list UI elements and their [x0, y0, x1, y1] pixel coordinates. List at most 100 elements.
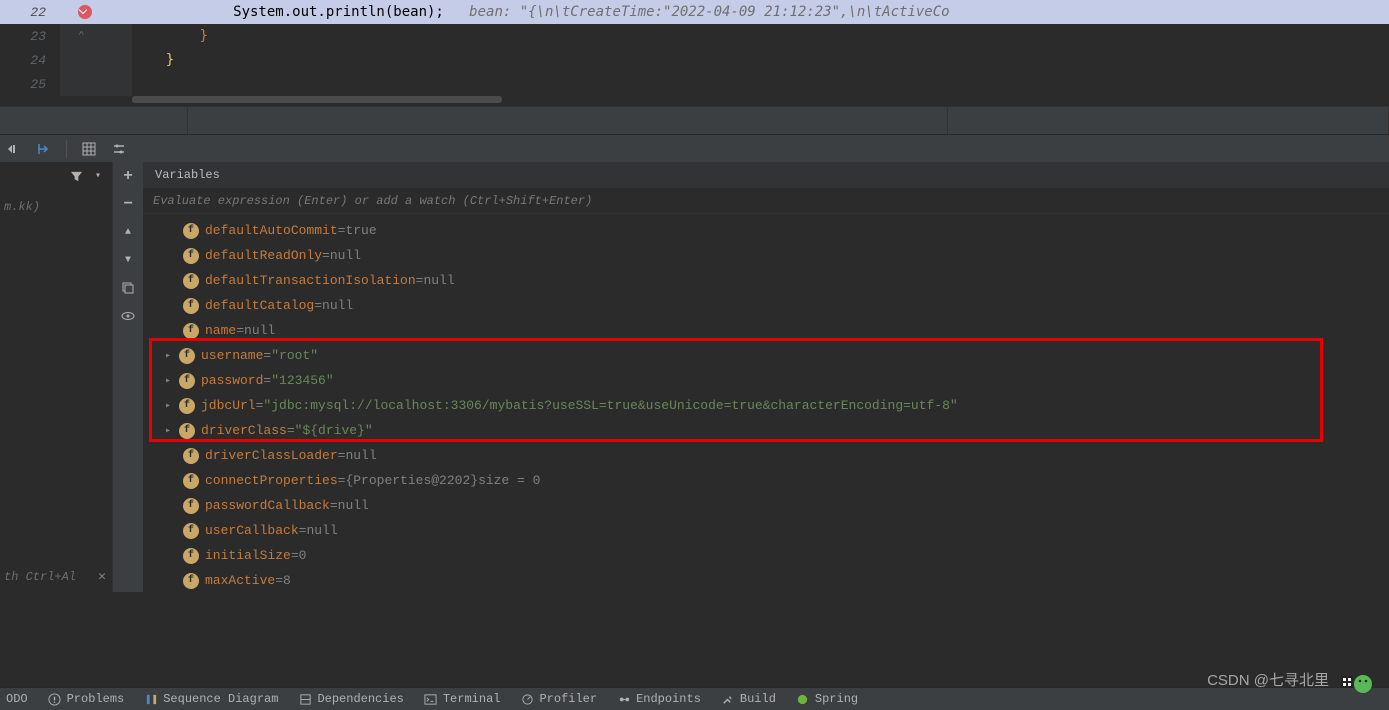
code-editor[interactable]: 22 System.out.println(bean); bean: "{\n\…	[0, 0, 1389, 106]
line-number: 22	[0, 5, 60, 20]
variable-value: "jdbc:mysql://localhost:3306/mybatis?use…	[263, 398, 957, 413]
scrollbar-thumb[interactable]	[132, 96, 502, 103]
close-icon[interactable]: ✕	[98, 569, 106, 584]
gutter[interactable]	[60, 48, 132, 72]
variable-value: null	[345, 448, 376, 463]
variable-name: passwordCallback	[205, 498, 330, 513]
field-badge-icon: f	[183, 298, 199, 314]
watermark-icon	[1339, 664, 1375, 700]
variable-extra: size = 0	[478, 473, 540, 488]
frame-label[interactable]: m.kk)	[0, 200, 112, 214]
variable-name: name	[205, 323, 236, 338]
field-badge-icon: f	[183, 273, 199, 289]
field-badge-icon: f	[183, 573, 199, 589]
step-icon[interactable]	[36, 141, 52, 157]
variable-row[interactable]: ▸fusername = "root"	[143, 343, 1389, 368]
horizontal-scrollbar[interactable]	[132, 96, 1389, 106]
equals-text: =	[338, 473, 346, 488]
spring-icon	[796, 692, 810, 706]
remove-icon[interactable]: −	[120, 196, 136, 212]
code-text[interactable]: }	[132, 52, 1389, 68]
tool-window-tab[interactable]: Terminal	[424, 692, 501, 706]
code-text[interactable]: System.out.println(bean); bean: "{\n\tCr…	[132, 4, 1389, 20]
evaluate-input[interactable]: Evaluate expression (Enter) or add a wat…	[143, 188, 1389, 214]
tool-window-label: Endpoints	[636, 692, 701, 706]
tool-window-tab[interactable]: Spring	[796, 692, 858, 706]
variable-row[interactable]: finitialSize = 0	[143, 543, 1389, 568]
problems-icon	[48, 692, 62, 706]
tool-window-tab[interactable]: Sequence Diagram	[144, 692, 278, 706]
variable-row[interactable]: fdriverClassLoader = null	[143, 443, 1389, 468]
variable-name: userCallback	[205, 523, 299, 538]
field-badge-icon: f	[183, 523, 199, 539]
variable-name: defaultAutoCommit	[205, 223, 338, 238]
tool-window-tab[interactable]: Build	[721, 692, 776, 706]
gutter[interactable]	[60, 0, 132, 24]
expand-icon[interactable]: ▸	[165, 375, 179, 387]
down-icon[interactable]: ▼	[120, 252, 136, 268]
tool-window-label: ODO	[6, 692, 28, 706]
gutter[interactable]: ⌃	[60, 24, 132, 48]
restart-frame-icon[interactable]	[6, 141, 22, 157]
variable-row[interactable]: fdefaultAutoCommit = true	[143, 218, 1389, 243]
variable-row[interactable]: ▸fdriverClass = "${drive}"	[143, 418, 1389, 443]
tool-window-tab[interactable]: Problems	[48, 692, 125, 706]
variables-list[interactable]: fdefaultAutoCommit = truefdefaultReadOnl…	[143, 214, 1389, 592]
field-badge-icon: f	[179, 423, 195, 439]
variable-row[interactable]: fpasswordCallback = null	[143, 493, 1389, 518]
tool-window-label: Sequence Diagram	[163, 692, 278, 706]
equals-text: =	[275, 573, 283, 588]
variable-row[interactable]: ▸fpassword = "123456"	[143, 368, 1389, 393]
filter-icon[interactable]	[68, 168, 84, 184]
equals-text: =	[338, 448, 346, 463]
equals-text: =	[291, 548, 299, 563]
equals-text: =	[236, 323, 244, 338]
tool-window-tab[interactable]: Profiler	[520, 692, 597, 706]
code-line[interactable]: 25	[0, 72, 1389, 96]
tool-window-tab[interactable]: Dependencies	[298, 692, 403, 706]
field-badge-icon: f	[183, 448, 199, 464]
code-text[interactable]: }	[132, 28, 1389, 44]
variable-name: defaultReadOnly	[205, 248, 322, 263]
variable-row[interactable]: fdefaultReadOnly = null	[143, 243, 1389, 268]
copy-icon[interactable]	[120, 280, 136, 296]
up-icon[interactable]: ▲	[120, 224, 136, 240]
variable-row[interactable]: ▸fjdbcUrl = "jdbc:mysql://localhost:3306…	[143, 393, 1389, 418]
variable-value: null	[330, 248, 361, 263]
watch-icon[interactable]	[120, 308, 136, 324]
breadcrumb-cell[interactable]	[948, 107, 1389, 134]
variable-row[interactable]: fmaxActive = 8	[143, 568, 1389, 592]
breadcrumb-cell[interactable]	[0, 107, 188, 134]
tool-window-label: Profiler	[539, 692, 597, 706]
seq-icon	[144, 692, 158, 706]
code-line[interactable]: 23 ⌃ }	[0, 24, 1389, 48]
expand-icon[interactable]: ▸	[165, 350, 179, 362]
equals-text: =	[314, 298, 322, 313]
add-icon[interactable]: +	[120, 168, 136, 184]
variable-row[interactable]: fname = null	[143, 318, 1389, 343]
tool-window-bar: ODO Problems Sequence Diagram Dependencies T…	[0, 687, 1389, 710]
tool-window-label: Dependencies	[317, 692, 403, 706]
variable-row[interactable]: fconnectProperties = {Properties@2202} s…	[143, 468, 1389, 493]
variable-name: initialSize	[205, 548, 291, 563]
fold-icon[interactable]: ⌃	[78, 29, 85, 43]
gutter[interactable]	[60, 72, 132, 96]
frames-panel[interactable]: ▾ m.kk) th Ctrl+Al ✕	[0, 162, 113, 592]
settings-icon[interactable]	[111, 141, 127, 157]
expand-icon[interactable]: ▸	[165, 400, 179, 412]
variable-row[interactable]: fuserCallback = null	[143, 518, 1389, 543]
tool-window-label: Build	[740, 692, 776, 706]
breadcrumb-cell[interactable]	[188, 107, 948, 134]
variable-row[interactable]: fdefaultCatalog = null	[143, 293, 1389, 318]
tool-window-tab[interactable]: ODO	[6, 692, 28, 706]
line-number: 23	[0, 29, 60, 44]
breakpoint-icon[interactable]	[78, 5, 92, 19]
code-line[interactable]: 22 System.out.println(bean); bean: "{\n\…	[0, 0, 1389, 24]
variable-row[interactable]: fdefaultTransactionIsolation = null	[143, 268, 1389, 293]
code-line[interactable]: 24 }	[0, 48, 1389, 72]
chevron-down-icon[interactable]: ▾	[90, 168, 106, 184]
equals-text: =	[330, 498, 338, 513]
expand-icon[interactable]: ▸	[165, 425, 179, 437]
grid-icon[interactable]	[81, 141, 97, 157]
tool-window-tab[interactable]: Endpoints	[617, 692, 701, 706]
